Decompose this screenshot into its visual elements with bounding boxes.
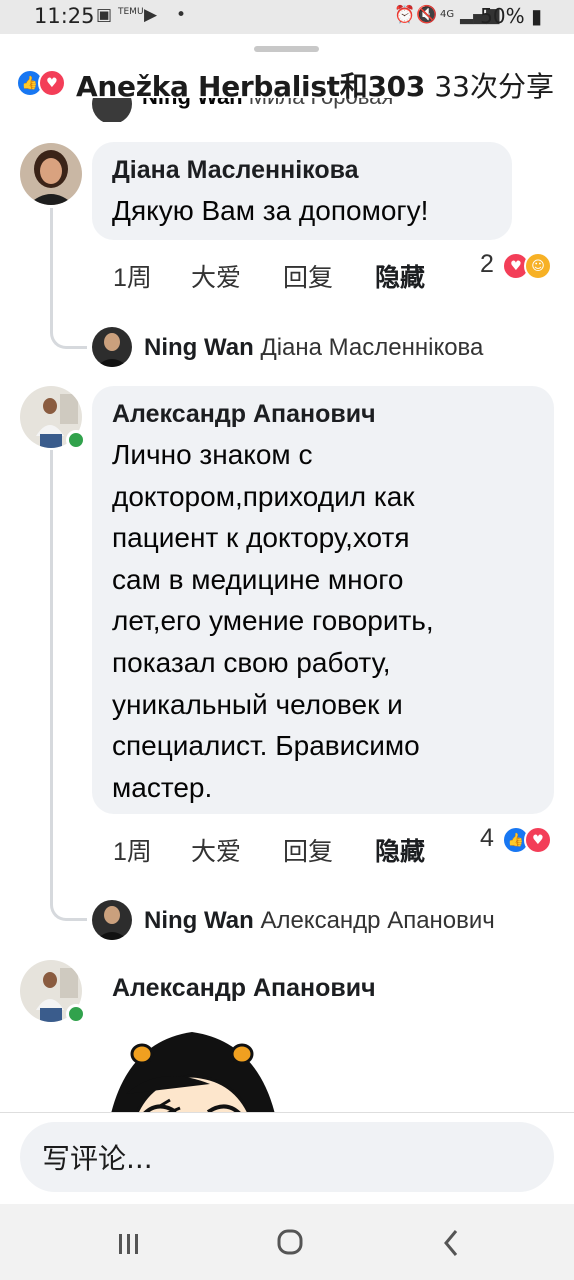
comment-input[interactable] (40, 1132, 534, 1184)
love-button[interactable]: 大爱 (191, 832, 241, 868)
comment-reactions[interactable]: 2 ♥ ☺ (480, 250, 560, 284)
comment-text: Дякую Вам за допомогу! (112, 195, 429, 226)
love-reaction-icon: ♥ (38, 69, 66, 97)
sheet-drag-handle[interactable] (254, 46, 319, 52)
reply-author: Ning Wan (144, 334, 254, 361)
status-bar: 11:25 ▣ TEMU ▶ • ⏰ 🔇 4G ▂▄▆ 50% ▮ (0, 0, 574, 34)
online-status-indicator (66, 1004, 86, 1024)
back-button[interactable] (420, 1222, 480, 1262)
comment-author[interactable]: Діана Масленнікова (112, 156, 359, 185)
alarm-icon: ⏰ (394, 5, 416, 25)
comment-reactions[interactable]: 4 👍 ♥ (480, 824, 560, 858)
comment-actions: 1周 大爱 回复 隐藏 (113, 258, 473, 298)
mute-icon: 🔇 (416, 5, 438, 25)
reply-preview[interactable]: Ning Wan Діана Масленнікова (144, 334, 483, 362)
reactions-summary[interactable]: 👍 ♥ (16, 68, 72, 97)
avatar[interactable] (92, 900, 132, 940)
reply-button[interactable]: 回复 (283, 258, 333, 294)
comment-time: 1周 (113, 264, 152, 292)
care-reaction-icon: ☺ (524, 252, 552, 280)
avatar[interactable] (92, 327, 132, 367)
temu-icon: TEMU (118, 7, 144, 17)
thread-connector (50, 300, 87, 349)
reply-recipient: Мила Горовая (249, 98, 394, 109)
avatar[interactable] (20, 143, 82, 205)
online-status-indicator (66, 430, 86, 450)
comment-author[interactable]: Александр Апанович (112, 400, 376, 429)
reaction-count: 4 (480, 824, 494, 852)
love-reaction-icon: ♥ (524, 826, 552, 854)
hide-button[interactable]: 隐藏 (375, 832, 425, 868)
comment-time: 1周 (113, 838, 152, 866)
reaction-count: 2 (480, 250, 494, 278)
reply-author: Ning Wan (144, 907, 254, 934)
clock: 11:25 (34, 4, 95, 28)
gallery-icon: ▣ (96, 5, 113, 25)
network-type-icon: 4G (440, 9, 455, 20)
thread-line (50, 450, 53, 890)
notification-dot-icon: • (176, 5, 187, 25)
partial-reply-row[interactable]: Ning Wan Мила Горовая (92, 98, 562, 122)
reply-recipient: Александр Апанович (260, 907, 495, 934)
reply-preview[interactable]: Ning Wan Александр Апанович (144, 907, 495, 935)
divider (0, 1112, 574, 1113)
recent-apps-button[interactable] (98, 1222, 158, 1262)
comment-actions: 1周 大爱 回复 隐藏 (113, 832, 473, 872)
battery-icon: ▮ (530, 4, 542, 28)
comment-bubble: Діана Масленнікова Дякую Вам за допомогу… (92, 142, 512, 240)
comment-author[interactable]: Александр Апанович (112, 974, 376, 1003)
comment-text: Лично знаком с доктором,приходил как пац… (112, 439, 434, 803)
comment-bubble: Александр Апанович Лично знаком с доктор… (92, 386, 554, 814)
home-button[interactable] (260, 1222, 320, 1262)
love-button[interactable]: 大爱 (191, 258, 241, 294)
system-nav-bar (0, 1204, 574, 1280)
thread-connector (50, 870, 87, 921)
youtube-icon: ▶ (144, 5, 158, 25)
cartoon-girl-sticker[interactable] (100, 1024, 286, 1112)
reply-author: Ning Wan (142, 98, 243, 109)
comment-composer[interactable] (20, 1122, 554, 1192)
reply-button[interactable]: 回复 (283, 832, 333, 868)
avatar (92, 98, 132, 122)
hide-button[interactable]: 隐藏 (375, 258, 425, 294)
battery-level: 50% ▮ (480, 4, 542, 28)
reply-recipient: Діана Масленнікова (260, 334, 484, 361)
